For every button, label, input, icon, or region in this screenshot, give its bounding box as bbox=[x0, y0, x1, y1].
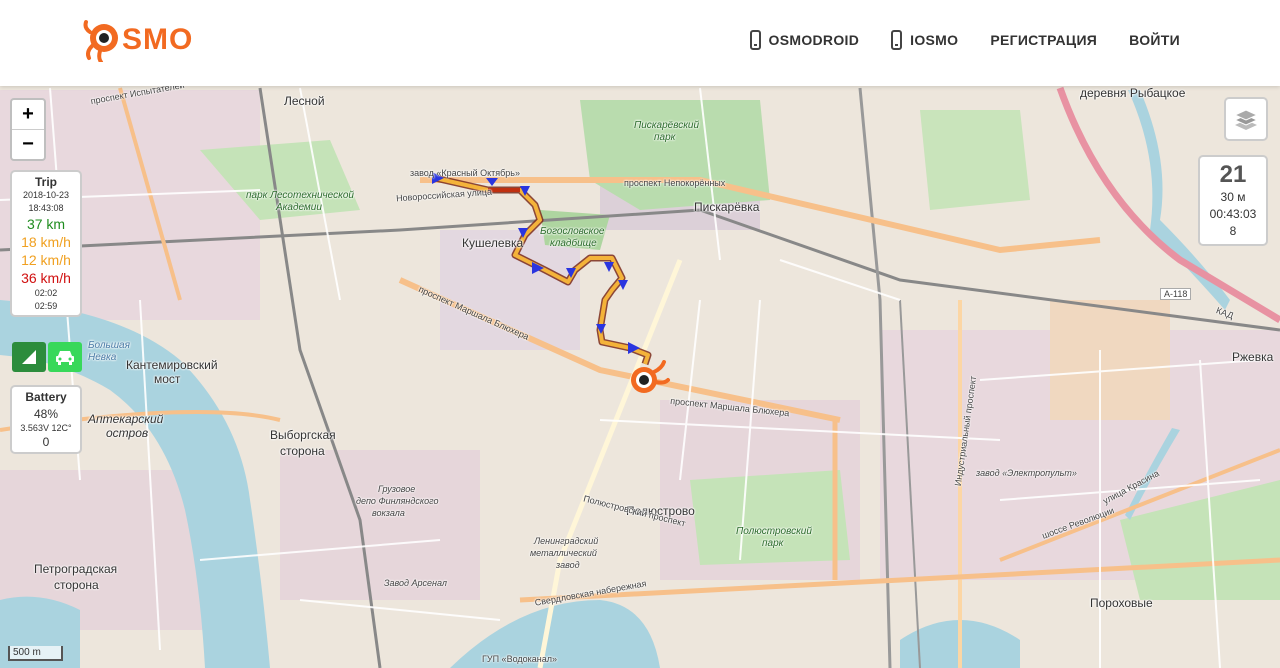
label-zavod-krasny-oktyabr: завод «Красный Октябрь» bbox=[410, 168, 520, 178]
nav-login[interactable]: ВОЙТИ bbox=[1129, 32, 1180, 48]
layers-button[interactable] bbox=[1224, 97, 1268, 141]
label-depo-finl: депо Финляндского bbox=[356, 496, 439, 506]
car-button[interactable] bbox=[48, 342, 82, 372]
battery-percent: 48% bbox=[33, 407, 59, 421]
top-nav: OSMODROID IOSMO РЕГИСТРАЦИЯ ВОЙТИ bbox=[749, 30, 1180, 50]
stats-line-3: 8 bbox=[1229, 224, 1237, 238]
label-zavod: завод bbox=[556, 560, 580, 570]
label-piskarevka: Пискарёвка bbox=[694, 200, 760, 214]
label-leningradsky: Ленинградский bbox=[534, 536, 599, 546]
label-kantemirovsky: Кантемировский bbox=[126, 358, 218, 372]
map-scale: 500 m bbox=[8, 646, 63, 661]
osmo-logo[interactable]: SMO bbox=[82, 18, 193, 62]
trip-time: 18:43:08 bbox=[28, 203, 64, 213]
label-kushelevka: Кушелевка bbox=[462, 236, 524, 250]
trip-panel[interactable]: Trip 2018-10-23 18:43:08 37 km 18 km/h 1… bbox=[10, 170, 82, 317]
label-polyustrovsky-park: Полюстровский bbox=[736, 526, 812, 537]
label-metallichesky: металлический bbox=[530, 548, 597, 558]
phone-icon bbox=[749, 30, 761, 50]
label-kladbishe: кладбище bbox=[550, 238, 597, 249]
mode-buttons bbox=[12, 342, 82, 372]
label-ostrov: остров bbox=[106, 426, 149, 440]
header: SMO OSMODROID IOSMO РЕГИСТРАЦИЯ ВОЙТИ bbox=[0, 0, 1280, 86]
label-rzhevka: Ржевка bbox=[1232, 350, 1274, 364]
label-pr-nepokorennyh: проспект Непокорённых bbox=[624, 178, 726, 188]
label-aptekarsky: Аптекарский bbox=[88, 412, 164, 426]
osmo-mascot-icon bbox=[83, 20, 118, 62]
label-petrogradskaya: Петроградская bbox=[34, 562, 118, 576]
label-vyborgskaya: Выборгская bbox=[270, 428, 336, 442]
label-polyustrovsky-park2: парк bbox=[762, 538, 784, 549]
trip-duration-2: 02:59 bbox=[34, 301, 58, 311]
label-piskarevsky-park: Пискарёвский bbox=[634, 120, 700, 131]
trip-max-speed: 36 km/h bbox=[21, 270, 71, 286]
car-icon bbox=[56, 351, 74, 365]
label-bolshaya: Большая bbox=[88, 340, 130, 351]
layers-icon bbox=[1233, 109, 1259, 130]
label-piskarevsky-park2: парк bbox=[654, 132, 676, 143]
label-lesnoy: Лесной bbox=[284, 94, 325, 108]
battery-title: Battery bbox=[25, 390, 67, 404]
label-a118: А-118 bbox=[1160, 288, 1192, 300]
nav-register-label: РЕГИСТРАЦИЯ bbox=[990, 32, 1098, 48]
trip-distance: 37 km bbox=[26, 216, 66, 232]
nav-login-label: ВОЙТИ bbox=[1129, 32, 1180, 48]
label-nevka: Невка bbox=[88, 352, 117, 363]
map[interactable]: Лесной Пискарёвка Кушелевка Кантемировск… bbox=[0, 86, 1280, 668]
nav-osmodroid-label: OSMODROID bbox=[768, 32, 860, 48]
stats-big-value: 21 bbox=[1219, 161, 1247, 188]
nav-osmodroid[interactable]: OSMODROID bbox=[749, 30, 860, 50]
battery-detail: 3.563V 12C° bbox=[20, 423, 72, 433]
zoom-in-button[interactable]: + bbox=[12, 100, 44, 130]
label-storona2: сторона bbox=[54, 578, 99, 592]
zoom-control: + − bbox=[10, 98, 46, 161]
label-porohovye: Пороховые bbox=[1090, 596, 1153, 610]
signal-button[interactable] bbox=[12, 342, 46, 372]
label-most: мост bbox=[154, 372, 181, 386]
label-gup-vodokanal: ГУП «Водоканал» bbox=[482, 654, 558, 664]
signal-icon bbox=[22, 350, 36, 364]
logo-text: SMO bbox=[122, 23, 194, 56]
stats-line-2: 00:43:03 bbox=[1209, 207, 1257, 221]
phone-icon bbox=[891, 30, 903, 50]
battery-count: 0 bbox=[42, 435, 50, 449]
trip-avg-speed: 18 km/h bbox=[21, 234, 71, 250]
nav-iosmo[interactable]: IOSMO bbox=[891, 30, 958, 50]
trip-speed: 12 km/h bbox=[21, 252, 71, 268]
trip-date: 2018-10-23 bbox=[22, 190, 70, 200]
label-park-lesotech: парк Лесотехнической bbox=[246, 190, 354, 201]
label-rybatskoe: деревня Рыбацкое bbox=[1080, 86, 1186, 100]
zoom-out-button[interactable]: − bbox=[12, 130, 44, 159]
stats-line-1: 30 м bbox=[1220, 190, 1246, 204]
nav-register[interactable]: РЕГИСТРАЦИЯ bbox=[990, 32, 1097, 48]
nav-iosmo-label: IOSMO bbox=[910, 32, 959, 48]
label-zavod-arsenal: Завод Арсенал bbox=[384, 578, 447, 588]
stats-panel[interactable]: 21 30 м 00:43:03 8 bbox=[1198, 155, 1268, 246]
label-zavod-elektropult: завод «Электропульт» bbox=[976, 468, 1077, 478]
battery-panel[interactable]: Battery 48% 3.563V 12C° 0 bbox=[10, 385, 82, 454]
label-storona: сторона bbox=[280, 444, 325, 458]
trip-title: Trip bbox=[34, 175, 57, 189]
trip-duration-1: 02:02 bbox=[34, 288, 58, 298]
label-gruzovoe: Грузовое bbox=[378, 484, 416, 494]
label-bogoslovskoe: Богословское bbox=[540, 226, 605, 237]
current-position-marker[interactable] bbox=[624, 360, 672, 400]
label-vokzala: вокзала bbox=[372, 508, 405, 518]
label-akademii: Академии bbox=[276, 202, 322, 213]
